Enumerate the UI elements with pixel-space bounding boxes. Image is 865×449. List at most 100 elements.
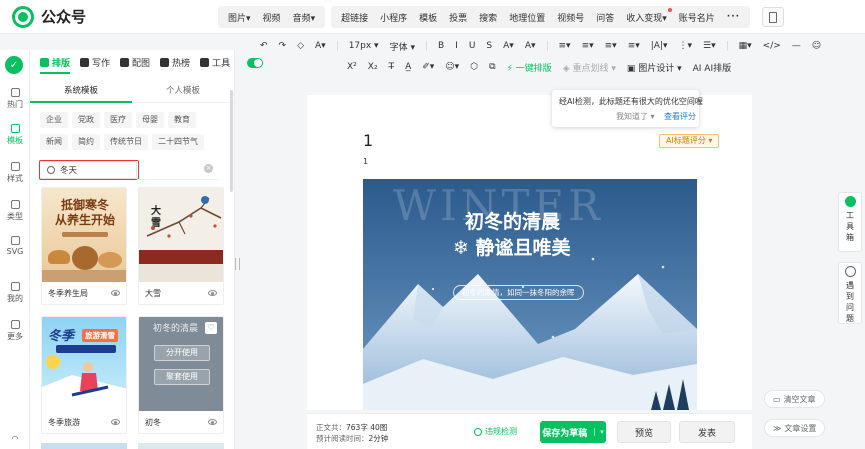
article-editor[interactable]: 1 1 AI标题评分 ▾ WINTER 初冬的清晨 ❄ 静谧且唯美 初冬的柔情，… [307, 95, 752, 410]
template-subtab[interactable]: 个人模板 [132, 84, 234, 103]
preview-eye-icon[interactable] [111, 290, 120, 296]
brand-icon[interactable]: ✓ [5, 56, 23, 74]
toolbar-button[interactable]: ⋮▾ [679, 41, 693, 51]
toolbar-button[interactable]: A▾ [315, 41, 326, 51]
help-icon[interactable]: ◠ [0, 434, 30, 443]
article-title[interactable]: 1 [363, 131, 373, 150]
toolbar-button[interactable]: ⬡ [470, 62, 478, 72]
category-chip[interactable]: 简约 [72, 134, 100, 150]
template-card-winter-travel[interactable]: 冬季 旅游滑雪 冬季旅游 [41, 316, 127, 434]
toolbar-button[interactable]: ☰▾ [703, 41, 716, 51]
use-separately-button[interactable]: 分开使用 [154, 345, 210, 361]
toolbar-button[interactable]: A▾ [525, 41, 536, 51]
category-chip[interactable]: 新闻 [40, 134, 68, 150]
panel-tab[interactable]: 配图 [120, 50, 150, 74]
toolbar-button[interactable]: ⚡ 一键排版 [507, 61, 552, 74]
toolbar-button[interactable]: X² [347, 62, 357, 72]
category-chip[interactable]: 企业 [40, 112, 68, 128]
nav-item[interactable]: 音频▾ [287, 11, 322, 24]
toolbar-button[interactable]: I [455, 41, 458, 51]
nav-item[interactable]: 视频 [257, 11, 287, 24]
template-card-winter-health[interactable]: 抵御寒冬 从养生开始 冬季养生局 [41, 187, 127, 305]
nav-item[interactable]: 模板 [413, 11, 443, 24]
toolbar-button[interactable]: AI AI排版 [693, 61, 731, 74]
toolbar-button[interactable]: ≡▾ [628, 41, 640, 51]
preview-eye-icon[interactable] [111, 419, 120, 425]
ai-title-score-tag[interactable]: AI标题评分 ▾ [659, 134, 720, 148]
chevron-down-icon[interactable]: ▾ [594, 428, 604, 436]
category-chip[interactable]: 母婴 [136, 112, 164, 128]
nav-item[interactable]: 问答 [590, 11, 620, 24]
use-as-set-button[interactable]: 聚套使用 [154, 369, 210, 385]
toolbar-button[interactable]: S [486, 41, 492, 51]
toolbar-button[interactable]: ✐▾ [422, 62, 434, 72]
toolbar-button[interactable]: ≡▾ [605, 41, 617, 51]
nav-item[interactable]: 小程序 [374, 11, 413, 24]
article-settings-button[interactable]: ≫ 文章设置 [764, 419, 826, 437]
toolbar-button[interactable]: T̶ [389, 62, 395, 72]
rail-item-type[interactable]: 类型 [0, 200, 30, 222]
preview-eye-icon[interactable] [208, 419, 217, 425]
favorite-heart-icon[interactable]: ♡ [205, 322, 217, 334]
toolbar-button[interactable]: 17px ▾ [349, 41, 379, 51]
article-cover-image[interactable]: WINTER 初冬的清晨 ❄ 静谧且唯美 初冬的柔情，如同一抹冬阳的余晖 [363, 179, 697, 410]
feedback-panel[interactable]: 遇到问题 [838, 262, 862, 324]
nav-item[interactable]: ··· [721, 12, 746, 22]
toolbar-button[interactable]: ↷ [279, 41, 287, 51]
panel-scrollbar[interactable] [230, 90, 233, 192]
category-chip[interactable]: 教育 [168, 112, 196, 128]
rail-item-svg[interactable]: SVG [0, 236, 30, 256]
toolbar-button[interactable]: ◈ 重点划线 ▾ [563, 61, 616, 74]
toolbar-button[interactable]: A▾ [503, 41, 514, 51]
violation-check-button[interactable]: 违规检测 [474, 426, 517, 437]
toolbar-button[interactable]: B [438, 41, 444, 51]
toolbar-button[interactable]: ☺▾ [445, 62, 459, 72]
toolbar-button[interactable]: X₂ [368, 62, 378, 72]
publish-button[interactable]: 发表 [679, 421, 735, 443]
app-logo[interactable]: 公众号 [12, 5, 86, 28]
rail-item-style[interactable]: 样式 [0, 162, 30, 184]
toolbar-button[interactable]: |A|▾ [651, 41, 668, 51]
nav-item[interactable]: 投票 [443, 11, 473, 24]
nav-item[interactable]: 搜索 [473, 11, 503, 24]
toolbar-button[interactable]: A̲ [405, 62, 411, 72]
rail-item-mine[interactable]: 我的 [0, 282, 30, 304]
toolbar-button[interactable]: ◇ [297, 41, 304, 51]
toolbar-button[interactable]: ▣ 图片设计 ▾ [627, 61, 682, 74]
rail-item-more[interactable]: 更多 [0, 320, 30, 342]
category-chip[interactable]: 党政 [72, 112, 100, 128]
nav-item[interactable]: 账号名片 [673, 11, 721, 24]
clear-search-icon[interactable]: × [204, 164, 213, 173]
panel-tab[interactable]: 写作 [80, 50, 110, 74]
panel-tab[interactable]: 排版 [40, 50, 71, 74]
rail-item-hot[interactable]: 热门 [0, 88, 30, 110]
toolbar-button[interactable]: ⧉ [489, 62, 495, 72]
toolbar-button[interactable]: ▦▾ [739, 41, 752, 51]
nav-item[interactable]: 收入变现▾ [620, 7, 673, 24]
save-draft-button[interactable]: 保存为草稿 ▾ [540, 421, 606, 443]
preview-button[interactable]: 预览 [617, 421, 671, 443]
toolbar-button[interactable]: ☺ [812, 41, 821, 51]
clear-article-button[interactable]: ▭ 清空文章 [764, 390, 825, 408]
nav-item[interactable]: 地理位置 [503, 11, 551, 24]
toolbar-button[interactable]: ≡▾ [559, 41, 571, 51]
nav-item[interactable]: 图片▾ [222, 11, 257, 24]
panel-collapse-handle[interactable] [235, 258, 240, 270]
nav-item[interactable]: 视频号 [551, 11, 590, 24]
article-body-text[interactable]: 1 [363, 157, 368, 166]
preview-eye-icon[interactable] [208, 290, 217, 296]
mobile-preview-icon[interactable] [762, 7, 784, 27]
toolbox-panel[interactable]: 工具箱 [838, 192, 862, 252]
rail-item-template[interactable]: 模板 [0, 124, 30, 146]
toolbar-button[interactable]: ↶ [260, 41, 268, 51]
toolbar-button[interactable]: </> [763, 41, 781, 51]
panel-tab[interactable]: 工具 [200, 50, 230, 74]
category-chip[interactable]: 医疗 [104, 112, 132, 128]
view-score-link[interactable]: 查看评分 [664, 111, 696, 122]
template-subtab[interactable]: 系统模板 [30, 84, 132, 103]
toolbar-button[interactable]: ≡▾ [582, 41, 594, 51]
dismiss-tooltip-link[interactable]: 我知道了 ▾ [616, 111, 655, 122]
template-card-heavy-snow[interactable]: 大 雪 大雪 [138, 187, 224, 305]
toolbar-button[interactable]: — [792, 41, 801, 51]
toolbar-button[interactable]: 字体 ▾ [390, 40, 415, 53]
